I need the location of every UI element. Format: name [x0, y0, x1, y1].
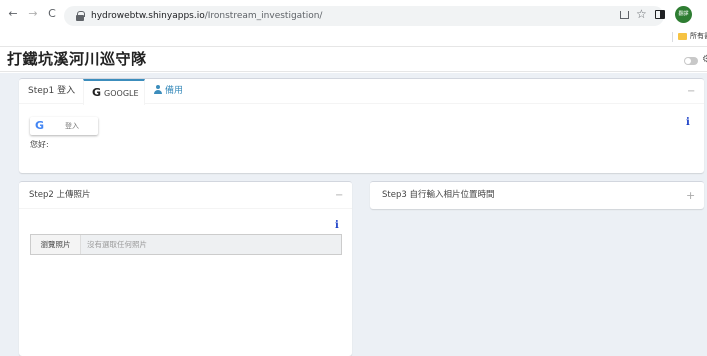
- step2-box: Step2 上傳照片 − i 瀏覽照片 沒有選取任何照片: [19, 181, 352, 356]
- info-icon[interactable]: i: [686, 117, 690, 128]
- signin-label: 登入: [65, 122, 79, 130]
- share-icon[interactable]: [620, 11, 629, 19]
- file-placeholder: 沒有選取任何照片: [87, 240, 147, 249]
- step1-tab-bar: Step1 登入 G GOOGLE 備用 −: [19, 79, 704, 105]
- url-path: /Ironstream_investigation/: [204, 11, 323, 21]
- step3-title: Step3 自行輸入相片位置時間: [382, 190, 495, 200]
- theme-toggle[interactable]: [684, 57, 698, 65]
- tab-step1-login[interactable]: Step1 登入: [28, 79, 75, 104]
- photo-file-input[interactable]: 瀏覽照片 沒有選取任何照片: [30, 234, 342, 255]
- tab-google-label: GOOGLE: [104, 89, 139, 98]
- side-panel-icon[interactable]: [655, 10, 665, 19]
- greeting-text: 您好:: [30, 140, 49, 149]
- browse-photos-button[interactable]: 瀏覽照片: [31, 235, 81, 254]
- folder-icon[interactable]: [678, 33, 687, 40]
- step2-header: Step2 上傳照片 −: [19, 182, 352, 209]
- google-logo-icon: G: [35, 119, 45, 132]
- address-bar[interactable]: hydrowebtw.shinyapps.io/Ironstream_inves…: [64, 6, 664, 26]
- bookmark-divider: [672, 32, 673, 42]
- profile-avatar[interactable]: 翻譯: [675, 6, 692, 23]
- step3-box: Step3 自行輸入相片位置時間 +: [370, 181, 704, 209]
- app-header: 打鐵坑溪河川巡守隊 ⚙: [0, 46, 707, 72]
- step1-collapse-button[interactable]: −: [687, 86, 695, 98]
- bookmark-all-label[interactable]: 所有書: [690, 31, 707, 42]
- info-icon[interactable]: i: [335, 220, 339, 231]
- forward-arrow-icon[interactable]: →: [27, 8, 39, 20]
- browser-toolbar: ← → C hydrowebtw.shinyapps.io/Ironstream…: [0, 0, 707, 30]
- url-text: hydrowebtw.shinyapps.io/Ironstream_inves…: [91, 8, 322, 24]
- bookmark-bar: [0, 30, 707, 44]
- tab-google[interactable]: G GOOGLE: [83, 79, 145, 105]
- back-arrow-icon[interactable]: ←: [7, 8, 19, 20]
- step3-header: Step3 自行輸入相片位置時間 +: [370, 182, 704, 209]
- step3-expand-button[interactable]: +: [686, 190, 695, 202]
- google-signin-button[interactable]: G 登入: [30, 117, 98, 135]
- google-g-icon: G: [92, 86, 102, 99]
- step1-box: Step1 登入 G GOOGLE 備用 − G 登入 您好: i: [19, 78, 704, 173]
- tab-backup[interactable]: 備用: [154, 79, 183, 104]
- lock-icon: [76, 11, 85, 21]
- tab-backup-label: 備用: [165, 86, 184, 96]
- reload-icon[interactable]: C: [46, 8, 58, 20]
- page-title: 打鐵坑溪河川巡守隊: [7, 50, 147, 68]
- user-icon: [154, 85, 162, 94]
- url-host: hydrowebtw.shinyapps.io: [91, 11, 205, 21]
- step2-title: Step2 上傳照片: [29, 190, 91, 200]
- bookmark-star-icon[interactable]: ☆: [636, 7, 647, 21]
- gear-icon[interactable]: ⚙: [702, 54, 707, 66]
- step2-collapse-button[interactable]: −: [335, 190, 343, 202]
